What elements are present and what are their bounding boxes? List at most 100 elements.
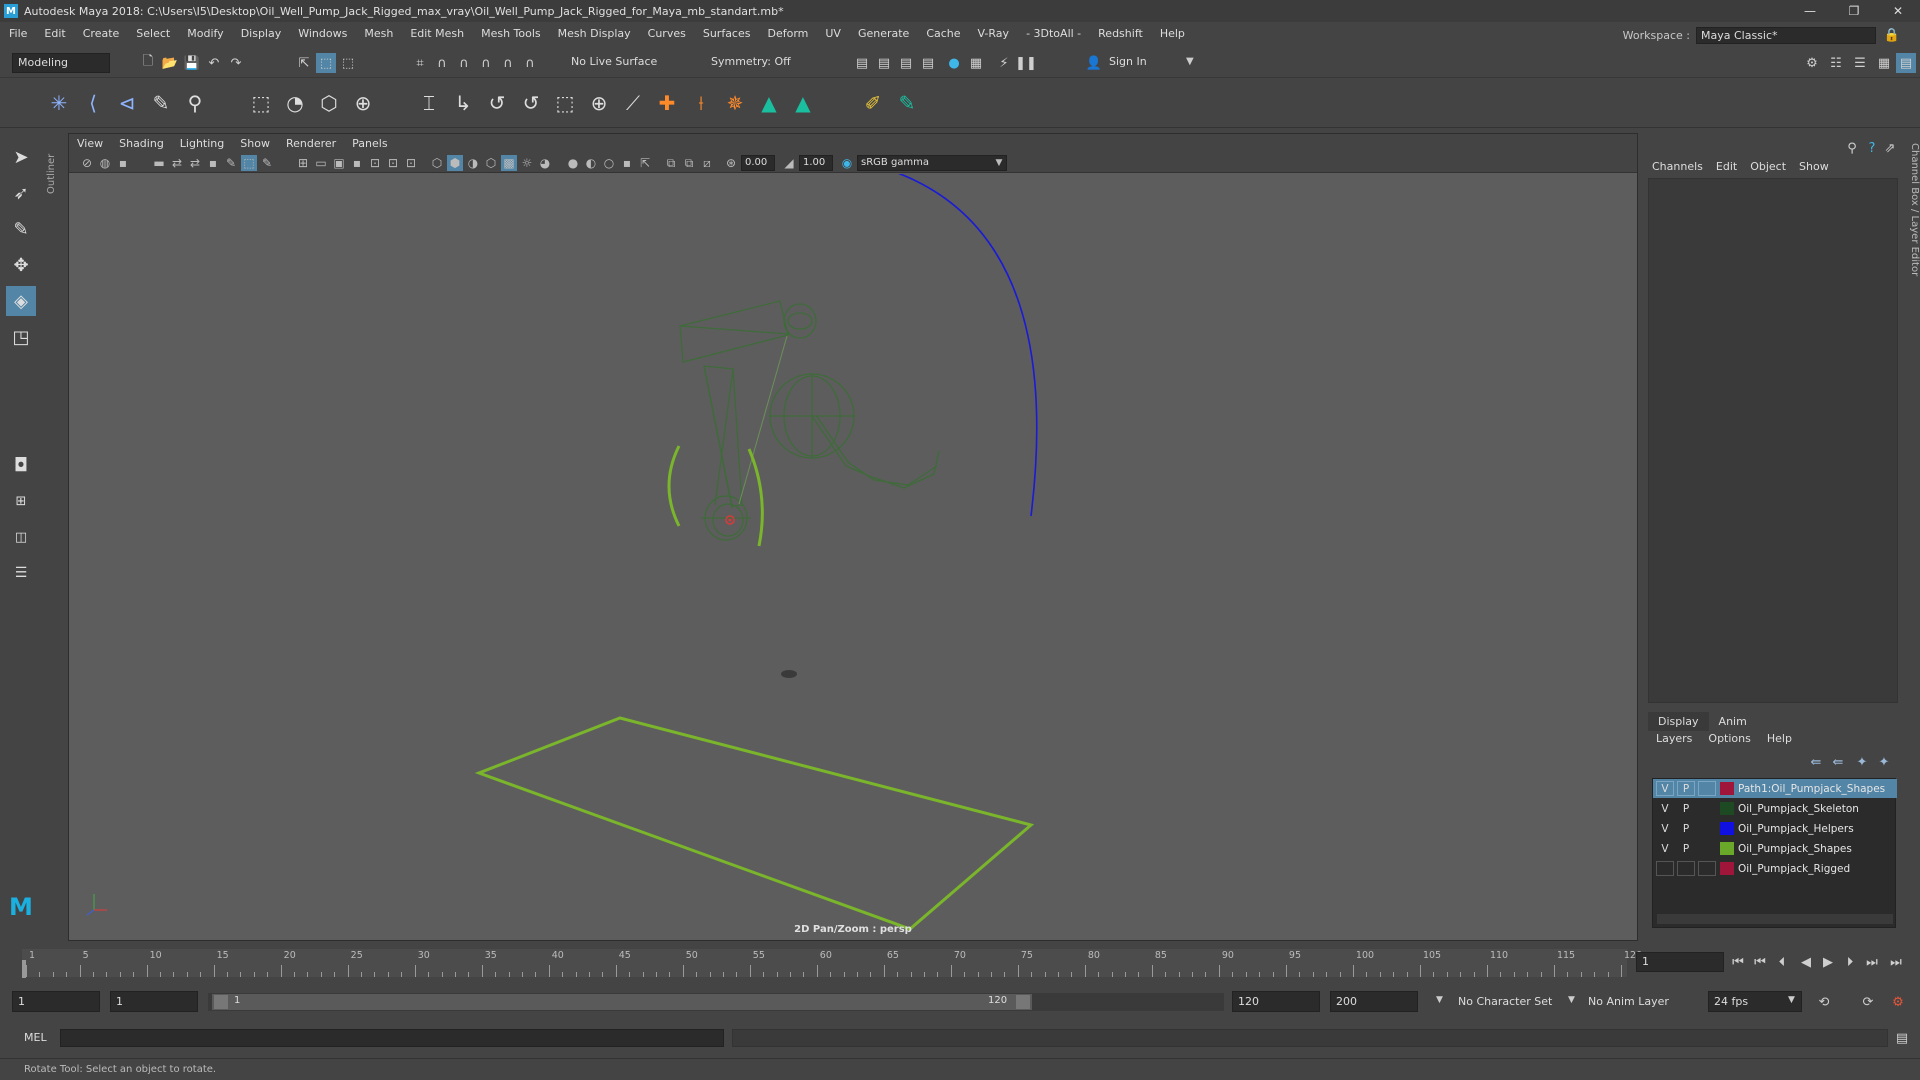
playback-start-field[interactable]: 1 (110, 991, 198, 1012)
menu-generate[interactable]: Generate (849, 27, 917, 40)
parent-constraint-icon[interactable]: ⬚ (550, 88, 580, 118)
pause-render-icon[interactable]: ❚❚ (1015, 53, 1037, 73)
layer-menu-options[interactable]: Options (1700, 732, 1758, 745)
bookmark-icon[interactable]: ▪ (115, 155, 131, 171)
frame-selected-icon[interactable]: ⧄ (699, 155, 715, 171)
color-management-icon[interactable]: ◉ (839, 155, 855, 171)
select-object-icon[interactable]: ⬚ (316, 53, 336, 73)
panel-menu-panels[interactable]: Panels (344, 137, 395, 150)
menu-create[interactable]: Create (74, 27, 128, 40)
point-constraint-icon[interactable]: ⌶ (414, 88, 444, 118)
layer-color-swatch[interactable] (1720, 782, 1734, 795)
close-button[interactable]: ✕ (1876, 0, 1920, 22)
layer-visibility-toggle[interactable]: V (1656, 781, 1674, 796)
new-scene-icon[interactable]: 🗋 (138, 53, 158, 73)
four-view-layout-icon[interactable]: ⊞ (6, 486, 36, 516)
2d-pan-zoom-icon[interactable]: ⇄ (169, 155, 185, 171)
character-controls-icon[interactable]: ✵ (720, 88, 750, 118)
new-layer-selected-icon[interactable]: ✦ (1874, 752, 1894, 772)
single-perspective-layout-icon[interactable]: ◘ (6, 450, 36, 480)
channel-box-menu-show[interactable]: Show (1795, 160, 1838, 173)
menu-windows[interactable]: Windows (289, 27, 355, 40)
panel-menu-view[interactable]: View (69, 137, 111, 150)
rotate-tool-icon[interactable]: ◈ (6, 286, 36, 316)
outliner-tab[interactable]: Outliner (46, 134, 66, 214)
image-plane-icon[interactable]: ▬ (151, 155, 167, 171)
exposure-field[interactable]: 0.00 (741, 155, 775, 171)
panel-menu-show[interactable]: Show (232, 137, 278, 150)
brush-icon[interactable]: ✎ (892, 88, 922, 118)
restore-button[interactable]: ❐ (1832, 0, 1876, 22)
menu-display[interactable]: Display (232, 27, 290, 40)
symmetry-field[interactable]: Symmetry: Off (706, 53, 802, 73)
layer-name[interactable]: Oil_Pumpjack_Shapes (1738, 843, 1852, 855)
sign-in-button[interactable]: Sign In (1104, 53, 1196, 73)
menu-modify[interactable]: Modify (178, 27, 231, 40)
layer-row[interactable]: V P Oil_Pumpjack_Helpers (1653, 819, 1897, 838)
bind-skin-icon[interactable]: ⬚ (246, 88, 276, 118)
camera-select-icon[interactable]: ⊘ (79, 155, 95, 171)
safe-action-icon[interactable]: ▣ (331, 155, 347, 171)
range-slider-handle[interactable]: 1 120 (212, 994, 1032, 1010)
select-hierarchy-icon[interactable]: ⇱ (294, 53, 314, 73)
layer-name[interactable]: Oil_Pumpjack_Skeleton (1738, 803, 1859, 815)
outliner-layout-icon[interactable]: ☰ (6, 558, 36, 588)
save-scene-icon[interactable]: 💾 (182, 53, 202, 73)
hud-icon[interactable]: ⧉ (663, 155, 679, 171)
layer-playback-toggle[interactable]: P (1677, 781, 1695, 796)
channel-box-menu-object[interactable]: Object (1746, 160, 1795, 173)
tab-display[interactable]: Display (1648, 712, 1709, 731)
range-slider-track[interactable]: 1 120 (208, 993, 1224, 1011)
layer-display-type-toggle[interactable] (1698, 801, 1716, 816)
scale-constraint-icon[interactable]: ↺ (516, 88, 546, 118)
aim-constraint-icon[interactable]: ↳ (448, 88, 478, 118)
channel-box-area[interactable] (1648, 178, 1898, 703)
menu-3dtoall[interactable]: - 3DtoAll - (1017, 27, 1089, 40)
step-back-key-icon[interactable]: ⏮ (1750, 952, 1770, 972)
redo-icon[interactable]: ↷ (226, 53, 246, 73)
quick-rig-icon[interactable]: ⟊ (686, 88, 716, 118)
camera-attributes-icon[interactable]: ◍ (97, 155, 113, 171)
menu-mesh[interactable]: Mesh (355, 27, 401, 40)
render-current-icon[interactable]: ▤ (874, 53, 894, 73)
playhead[interactable] (22, 960, 26, 978)
snap-curve-icon[interactable]: ∩ (432, 53, 452, 73)
grease-pencil-icon[interactable]: ⇄ (187, 155, 203, 171)
menu-select[interactable]: Select (127, 27, 178, 40)
panel-menu-lighting[interactable]: Lighting (172, 137, 232, 150)
menu-redshift[interactable]: Redshift (1089, 27, 1151, 40)
layer-color-swatch[interactable] (1720, 862, 1734, 875)
time-slider-track[interactable]: 1 5 10 15 20 25 30 35 40 45 50 55 60 65 70 75 80 85 90 95 10… (22, 949, 1642, 977)
select-component-icon[interactable]: ⬚ (338, 53, 358, 73)
snap-grid-icon[interactable]: ⌗ (410, 53, 430, 73)
menu-deform[interactable]: Deform (758, 27, 816, 40)
menu-cache[interactable]: Cache (917, 27, 968, 40)
layer-display-type-toggle[interactable] (1698, 841, 1716, 856)
chevron-down-icon[interactable]: ▼ (1186, 56, 1194, 67)
menu-vray[interactable]: V-Ray (969, 27, 1018, 40)
snap-view-icon[interactable]: ∩ (476, 53, 496, 73)
open-scene-icon[interactable]: 📂 (160, 53, 180, 73)
orient-constraint-icon[interactable]: ↺ (482, 88, 512, 118)
ipr-render-icon[interactable]: ▤ (896, 53, 916, 73)
two-view-layout-icon[interactable]: ◫ (6, 522, 36, 552)
use-all-lights-icon[interactable]: ▩ (501, 155, 517, 171)
smooth-shade-icon[interactable]: ⊡ (385, 155, 401, 171)
character-set-field[interactable]: No Character Set (1458, 995, 1552, 1008)
ik-handle-icon[interactable]: ⟨ (78, 88, 108, 118)
layer-playback-toggle[interactable]: P (1677, 821, 1695, 836)
exposure-icon[interactable]: ⊛ (723, 155, 739, 171)
pumpjack-skeleton-wire[interactable] (679, 300, 940, 541)
script-editor-icon[interactable]: ▤ (1892, 1028, 1912, 1048)
new-layer-icon[interactable]: ✦ (1852, 752, 1872, 772)
wireframe-icon[interactable]: ⊡ (367, 155, 383, 171)
range-start-grip[interactable] (214, 995, 228, 1009)
layer-color-swatch[interactable] (1720, 802, 1734, 815)
play-forwards-icon[interactable]: ▶ (1818, 952, 1838, 972)
layer-display-type-toggle[interactable] (1698, 821, 1716, 836)
gate-mask-icon[interactable]: ✎ (259, 155, 275, 171)
layer-display-type-toggle[interactable] (1698, 781, 1716, 796)
layer-row[interactable]: V P Path1:Oil_Pumpjack_Shapes (1653, 779, 1897, 798)
layer-visibility-toggle[interactable]: V (1656, 801, 1674, 816)
lattice-icon[interactable]: ⬡ (314, 88, 344, 118)
